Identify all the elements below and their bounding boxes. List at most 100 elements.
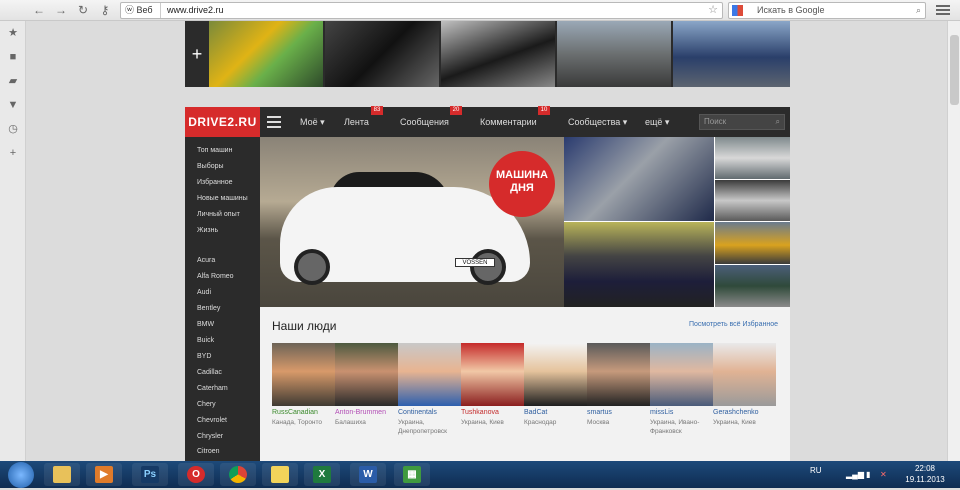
search-box[interactable]: Искать в Google ⌕ [728, 2, 926, 19]
grid-photo[interactable] [715, 137, 790, 179]
grid-photo[interactable] [715, 180, 790, 221]
person-name[interactable]: Tushkanova [461, 409, 524, 416]
banner-photo[interactable] [209, 21, 323, 87]
brand-link[interactable]: Chrysler [197, 433, 223, 440]
taskbar-explorer[interactable] [44, 463, 80, 486]
menu-item[interactable]: Выборы [197, 163, 224, 170]
brand-link[interactable]: Audi [197, 289, 211, 296]
menu-item[interactable]: Топ машин [197, 147, 232, 154]
vertical-scrollbar[interactable] [947, 21, 960, 461]
menu-item[interactable]: Личный опыт [197, 211, 240, 218]
download-icon[interactable]: ▼ [0, 93, 26, 117]
add-panel-icon[interactable]: + [0, 141, 26, 165]
brand-link[interactable]: Buick [197, 337, 214, 344]
taskbar-photoshop[interactable]: Ps [132, 463, 168, 486]
person-avatar[interactable] [587, 343, 650, 406]
nav-messages[interactable]: Сообщения 20 [400, 106, 462, 137]
star-icon[interactable]: ★ [0, 21, 26, 45]
brand-link[interactable]: Bentley [197, 305, 220, 312]
brand-link[interactable]: BMW [197, 321, 214, 328]
person-card[interactable]: Continentals Украина, Днепропетровск [398, 343, 461, 436]
grid-photo[interactable] [715, 265, 790, 307]
widget-icon[interactable]: ■ [0, 45, 26, 69]
brand-link[interactable]: Cadillac [197, 369, 222, 376]
grid-photo[interactable] [715, 222, 790, 264]
banner-photo[interactable] [441, 21, 555, 87]
person-card[interactable]: BadCat Краснодар [524, 343, 587, 427]
bookmark-star-icon[interactable]: ☆ [708, 3, 718, 18]
person-avatar[interactable] [335, 343, 398, 406]
menu-item[interactable]: Избранное [197, 179, 232, 186]
site-info-chip[interactable]: ⓦ Веб [121, 3, 161, 18]
taskbar-word[interactable]: W [350, 463, 386, 486]
key-icon[interactable]: ⚷ [98, 3, 112, 17]
nav-feed[interactable]: Лента 83 [344, 106, 383, 137]
brand-link[interactable]: Citroen [197, 448, 220, 455]
person-name[interactable]: BadCat [524, 409, 587, 416]
menu-item[interactable]: Жизнь [197, 227, 218, 234]
person-name[interactable]: Gerashchenko [713, 409, 776, 416]
hamburger-icon[interactable] [267, 116, 281, 128]
person-avatar[interactable] [272, 343, 335, 406]
view-all-favorites-link[interactable]: Посмотреть всё Избранное [689, 321, 778, 328]
language-indicator[interactable]: RU [810, 461, 822, 488]
nav-mine[interactable]: Моё ▾ [300, 107, 325, 137]
taskbar-opera[interactable]: O [178, 463, 214, 486]
person-avatar[interactable] [398, 343, 461, 406]
menu-icon[interactable] [936, 3, 950, 16]
person-avatar[interactable] [713, 343, 776, 406]
nav-more[interactable]: ещё ▾ [645, 107, 669, 137]
add-icon[interactable]: + [185, 21, 209, 87]
taskbar-notes[interactable] [262, 463, 298, 486]
brand-link[interactable]: Caterham [197, 385, 228, 392]
person-name[interactable]: smartus [587, 409, 650, 416]
brand-link[interactable]: BYD [197, 353, 211, 360]
search-icon[interactable]: ⌕ [916, 3, 921, 18]
person-card[interactable]: Anton-Brummen Балашиха [335, 343, 398, 427]
grid-photo[interactable] [564, 222, 714, 307]
notes-icon[interactable]: ▰ [0, 69, 26, 93]
history-icon[interactable]: ◷ [0, 117, 26, 141]
brand-link[interactable]: Chevrolet [197, 417, 227, 424]
person-card[interactable]: smartus Москва [587, 343, 650, 427]
start-button[interactable] [8, 462, 34, 488]
person-card[interactable]: Gerashchenko Украина, Киев [713, 343, 776, 427]
brand-link[interactable]: Acura [197, 257, 215, 264]
person-avatar[interactable] [461, 343, 524, 406]
back-icon[interactable]: ← [32, 3, 46, 17]
nav-comments[interactable]: Комментарии 10 [480, 106, 550, 137]
banner-photo[interactable] [673, 21, 790, 87]
taskbar-media[interactable]: ▶ [86, 463, 122, 486]
taskbar-excel[interactable]: X [304, 463, 340, 486]
sound-muted-icon[interactable]: ✕ [880, 461, 887, 488]
brand-link[interactable]: Chery [197, 401, 216, 408]
search-icon[interactable]: ⌕ [776, 115, 780, 129]
forward-icon[interactable]: → [54, 3, 68, 17]
network-icon[interactable]: ▂▄▆ [846, 461, 864, 488]
person-name[interactable]: Anton-Brummen [335, 409, 398, 416]
site-logo[interactable]: DRIVE2.RU [185, 107, 260, 137]
person-avatar[interactable] [650, 343, 713, 406]
taskbar-chrome[interactable] [220, 463, 256, 486]
banner-photo[interactable] [557, 21, 671, 87]
brand-link[interactable]: Alfa Romeo [197, 273, 234, 280]
car-of-the-day-photo[interactable]: VOSSEN МАШИНА ДНЯ [260, 137, 564, 307]
person-card[interactable]: missLis Украина, Ивано-Франковск [650, 343, 713, 436]
banner-photo[interactable] [325, 21, 439, 87]
nav-communities[interactable]: Сообщества ▾ [568, 107, 627, 137]
person-name[interactable]: Continentals [398, 409, 461, 416]
battery-icon[interactable]: ▮ [866, 461, 870, 488]
reload-icon[interactable]: ↻ [76, 3, 90, 17]
clock[interactable]: 22:08 19.11.2013 [905, 463, 945, 490]
address-bar[interactable]: ⓦ Веб www.drive2.ru ☆ [120, 2, 723, 19]
person-card[interactable]: RussCanadian Канада, Торонто [272, 343, 335, 427]
taskbar-project[interactable]: ▦ [394, 463, 430, 486]
person-name[interactable]: RussCanadian [272, 409, 335, 416]
person-card[interactable]: Tushkanova Украина, Киев [461, 343, 524, 427]
person-avatar[interactable] [524, 343, 587, 406]
grid-photo[interactable] [564, 137, 714, 221]
person-name[interactable]: missLis [650, 409, 713, 416]
scroll-thumb[interactable] [950, 35, 959, 105]
menu-item[interactable]: Новые машины [197, 195, 248, 202]
site-search-input[interactable]: Поиск ⌕ [699, 114, 785, 130]
